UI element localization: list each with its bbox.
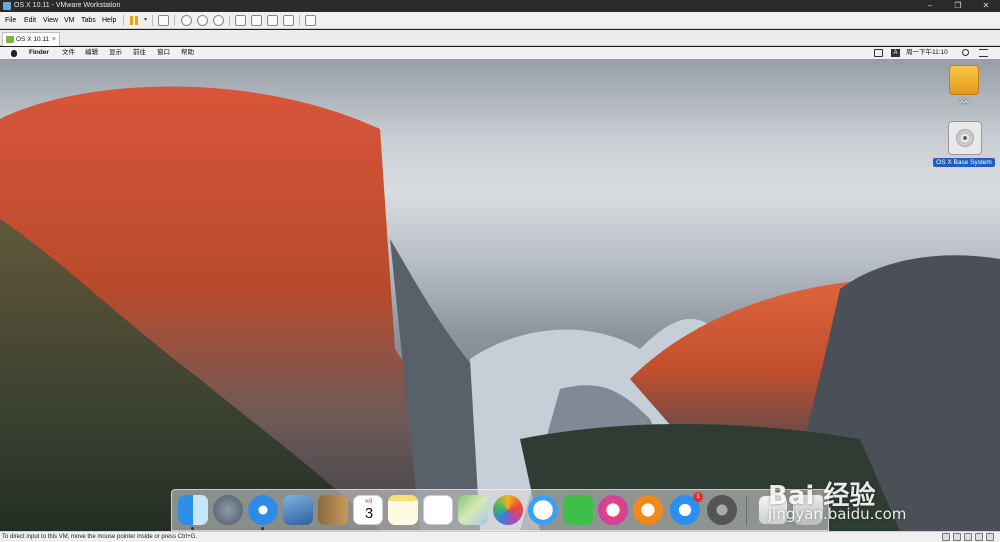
menu-file[interactable]: File (5, 17, 16, 24)
launchpad-icon[interactable] (213, 495, 243, 525)
restore-button[interactable]: ❐ (944, 0, 972, 12)
vmware-menu-toolbar: File Edit View VM Tabs Help ▾ (0, 12, 1000, 29)
console-view-icon[interactable] (305, 15, 316, 26)
menu-file-cn[interactable]: 文件 (62, 47, 75, 59)
pause-icon[interactable] (130, 16, 138, 25)
window-title: OS X 10.11 - VMware Workstation (14, 2, 121, 9)
hard-disk-icon[interactable] (949, 65, 979, 95)
baidu-watermark: Bai 经验 jingyan.baidu.com (768, 475, 906, 523)
status-text: To direct input to this VM, move the mou… (2, 534, 197, 540)
menu-tabs[interactable]: Tabs (81, 17, 96, 24)
finder-icon[interactable] (178, 495, 208, 525)
messages-icon[interactable] (528, 495, 558, 525)
menu-bar-clock[interactable]: 周一下午11:10 (906, 47, 948, 59)
guest-screen[interactable]: Finder 文件 编辑 显示 前往 窗口 帮助 A 周一下午11:10 Joe… (0, 47, 1000, 531)
desktop-icon-label-base-system[interactable]: OS X Base System (933, 158, 995, 167)
vm-tab-bar: OS X 10.11 × (0, 30, 1000, 46)
window-controls: – ❐ ✕ (916, 0, 1000, 12)
menu-go-cn[interactable]: 前往 (133, 47, 146, 59)
running-indicator (191, 527, 194, 530)
sound-status-icon[interactable] (986, 533, 994, 541)
cd-disk-icon[interactable] (948, 121, 982, 155)
maps-icon[interactable] (458, 495, 488, 525)
toolbar-separator (229, 15, 230, 26)
mac-menu-bar: Finder 文件 编辑 显示 前往 窗口 帮助 A 周一下午11:10 (0, 47, 1000, 59)
dock-separator (746, 496, 747, 526)
send-ctrl-alt-del-icon[interactable] (158, 15, 169, 26)
menu-vm[interactable]: VM (64, 17, 75, 24)
tab-label: OS X 10.11 (16, 36, 50, 43)
calendar-month: 4月 (365, 499, 373, 505)
hard-disk-status-icon[interactable] (942, 533, 950, 541)
tab-os-x[interactable]: OS X 10.11 × (2, 32, 60, 46)
dock: 4月 3 1 (171, 489, 829, 531)
running-indicator (261, 527, 264, 530)
notification-center-icon[interactable] (979, 49, 988, 57)
menu-view[interactable]: View (43, 17, 58, 24)
menu-window-cn[interactable]: 窗口 (157, 47, 170, 59)
snapshot-icon[interactable] (181, 15, 192, 26)
normal-view-icon[interactable] (251, 15, 262, 26)
system-preferences-icon[interactable] (707, 495, 737, 525)
window-title-bar: OS X 10.11 - VMware Workstation – ❐ ✕ (0, 0, 1000, 12)
fullscreen-icon[interactable] (267, 15, 278, 26)
menu-edit[interactable]: Edit (24, 17, 36, 24)
app-store-badge: 1 (693, 492, 703, 502)
cd-status-icon[interactable] (953, 533, 961, 541)
calendar-day: 3 (364, 505, 374, 522)
input-source-icon[interactable]: A (891, 49, 900, 57)
close-button[interactable]: ✕ (972, 0, 1000, 12)
toolbar-separator (174, 15, 175, 26)
calendar-icon[interactable]: 4月 3 (353, 495, 383, 525)
mail-icon[interactable] (283, 495, 313, 525)
reminders-icon[interactable] (423, 495, 453, 525)
watermark-url: jingyan.baidu.com (768, 505, 907, 523)
menu-finder[interactable]: Finder (29, 47, 49, 59)
revert-snapshot-icon[interactable] (197, 15, 208, 26)
safari-icon[interactable] (248, 495, 278, 525)
app-store-icon[interactable]: 1 (670, 492, 703, 525)
contacts-icon[interactable] (318, 495, 348, 525)
toolbar-separator (299, 15, 300, 26)
desktop-icon-label-joe[interactable]: Joe (940, 98, 988, 105)
ibooks-icon[interactable] (633, 495, 663, 525)
status-bar: To direct input to this VM, move the mou… (0, 531, 1000, 542)
minimize-button[interactable]: – (916, 0, 944, 12)
photos-icon[interactable] (493, 495, 523, 525)
desktop-wallpaper (0, 86, 1000, 531)
vmware-app-icon (3, 2, 11, 10)
itunes-icon[interactable] (598, 495, 628, 525)
spotlight-search-icon[interactable] (962, 49, 969, 56)
menu-help-cn[interactable]: 帮助 (181, 47, 194, 59)
usb-status-icon[interactable] (975, 533, 983, 541)
airplay-icon[interactable] (874, 49, 883, 57)
tab-close-button[interactable]: × (52, 33, 56, 46)
snapshot-manager-icon[interactable] (213, 15, 224, 26)
network-status-icon[interactable] (964, 533, 972, 541)
menu-edit-cn[interactable]: 编辑 (85, 47, 98, 59)
notes-icon[interactable] (388, 495, 418, 525)
library-icon[interactable] (235, 15, 246, 26)
toolbar-separator (123, 15, 124, 26)
menu-view-cn[interactable]: 显示 (109, 47, 122, 59)
apple-menu-icon[interactable] (11, 50, 17, 57)
facetime-icon[interactable] (563, 495, 593, 525)
menu-help[interactable]: Help (102, 17, 116, 24)
chevron-down-icon[interactable]: ▾ (140, 15, 151, 26)
toolbar-separator (152, 15, 153, 26)
unity-icon[interactable] (283, 15, 294, 26)
vm-icon (6, 36, 14, 43)
